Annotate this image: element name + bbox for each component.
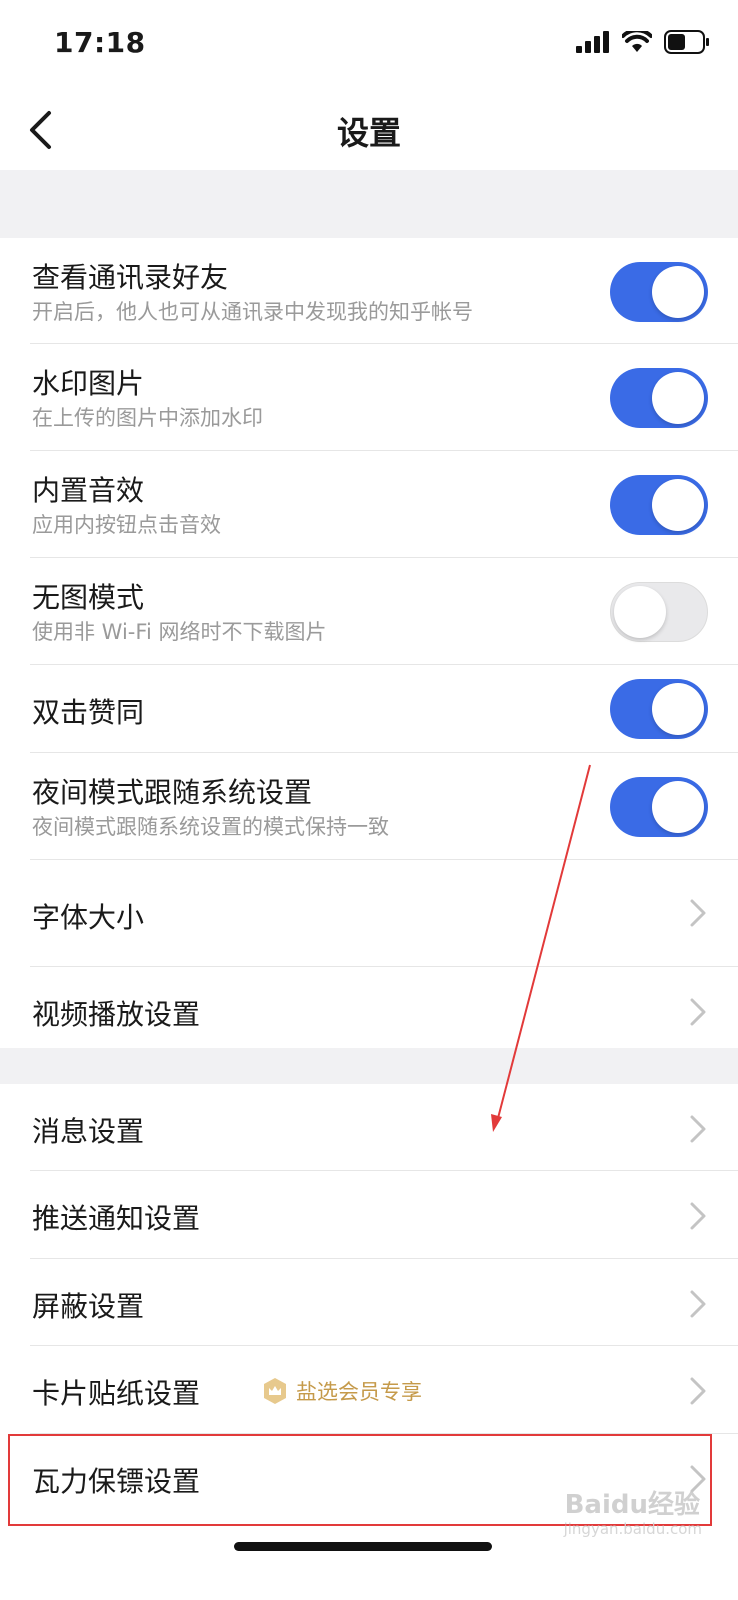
home-indicator — [234, 1542, 492, 1551]
baidu-watermark: Baidu经验 — [564, 1490, 700, 1520]
setting-title: 消息设置 — [32, 1115, 145, 1148]
setting-subtitle: 开启后，他人也可从通讯录中发现我的知乎帐号 — [32, 300, 473, 324]
member-badge: 盐选会员专享 — [262, 1376, 422, 1406]
setting-row-card-sticker[interactable]: 卡片贴纸设置 盐选会员专享 — [30, 1346, 738, 1434]
setting-title: 无图模式 — [32, 581, 145, 614]
setting-row-watermark[interactable]: 水印图片 在上传的图片中添加水印 — [30, 344, 738, 451]
chevron-right-icon — [690, 1115, 706, 1143]
member-badge-label: 盐选会员专享 — [296, 1380, 422, 1404]
toggle-knob — [614, 586, 666, 638]
chevron-right-icon — [690, 1377, 706, 1405]
setting-row-font-size[interactable]: 字体大小 — [30, 860, 738, 967]
contacts-toggle[interactable] — [610, 262, 708, 322]
toggle-knob — [652, 683, 704, 735]
setting-row-double-tap[interactable]: 双击赞同 — [30, 665, 738, 753]
setting-title: 瓦力保镖设置 — [32, 1465, 201, 1498]
wifi-icon — [622, 31, 652, 52]
double-tap-toggle[interactable] — [610, 679, 708, 739]
baidu-watermark-url: jingyan.baidu.com — [563, 1520, 702, 1538]
no-image-toggle[interactable] — [610, 582, 708, 642]
setting-title: 水印图片 — [32, 367, 145, 400]
status-icons — [576, 30, 710, 54]
setting-title: 卡片贴纸设置 — [32, 1377, 201, 1410]
battery-icon — [664, 30, 709, 54]
section-gap — [0, 170, 738, 238]
watermark-toggle[interactable] — [610, 368, 708, 428]
toggle-knob — [652, 372, 704, 424]
night-mode-toggle[interactable] — [610, 777, 708, 837]
chevron-right-icon — [690, 998, 706, 1026]
crown-badge-icon — [264, 1378, 286, 1404]
setting-row-night-mode[interactable]: 夜间模式跟随系统设置 夜间模式跟随系统设置的模式保持一致 — [30, 753, 738, 860]
chevron-right-icon — [690, 1290, 706, 1318]
setting-row-push[interactable]: 推送通知设置 — [30, 1171, 738, 1259]
status-bar: 17:18 — [0, 0, 738, 90]
toggle-knob — [652, 781, 704, 833]
signal-icon — [576, 31, 609, 53]
chevron-right-icon — [690, 899, 706, 927]
setting-title: 视频播放设置 — [32, 998, 201, 1031]
sound-toggle[interactable] — [610, 475, 708, 535]
page-title: 设置 — [336, 114, 401, 152]
setting-title: 查看通讯录好友 — [32, 261, 229, 294]
chevron-right-icon — [690, 1202, 706, 1230]
settings-section-general: 查看通讯录好友 开启后，他人也可从通讯录中发现我的知乎帐号 水印图片 在上传的图… — [0, 238, 738, 1048]
toggle-knob — [652, 479, 704, 531]
setting-subtitle: 夜间模式跟随系统设置的模式保持一致 — [32, 815, 389, 839]
section-gap — [0, 1048, 738, 1084]
setting-title: 推送通知设置 — [32, 1202, 201, 1235]
setting-row-video[interactable]: 视频播放设置 — [30, 967, 738, 1053]
status-time: 17:18 — [54, 26, 146, 59]
setting-title: 内置音效 — [32, 474, 145, 507]
toggle-knob — [652, 266, 704, 318]
nav-bar: 设置 — [0, 90, 738, 170]
setting-row-block[interactable]: 屏蔽设置 — [30, 1259, 738, 1346]
setting-row-sound[interactable]: 内置音效 应用内按钮点击音效 — [30, 451, 738, 558]
setting-row-no-image[interactable]: 无图模式 使用非 Wi-Fi 网络时不下载图片 — [30, 558, 738, 665]
setting-title: 字体大小 — [32, 901, 145, 934]
settings-section-notifications: 消息设置 推送通知设置 屏蔽设置 卡片贴纸设置 盐选会员专享 瓦力保镖设置 — [0, 1084, 738, 1534]
setting-title: 夜间模式跟随系统设置 — [32, 776, 313, 809]
setting-title: 屏蔽设置 — [32, 1290, 145, 1323]
setting-subtitle: 应用内按钮点击音效 — [32, 513, 221, 537]
setting-subtitle: 使用非 Wi-Fi 网络时不下载图片 — [32, 620, 327, 644]
setting-subtitle: 在上传的图片中添加水印 — [32, 406, 263, 430]
setting-row-messages[interactable]: 消息设置 — [30, 1084, 738, 1171]
setting-title: 双击赞同 — [32, 696, 145, 729]
setting-row-contacts[interactable]: 查看通讯录好友 开启后，他人也可从通讯录中发现我的知乎帐号 — [30, 238, 738, 344]
